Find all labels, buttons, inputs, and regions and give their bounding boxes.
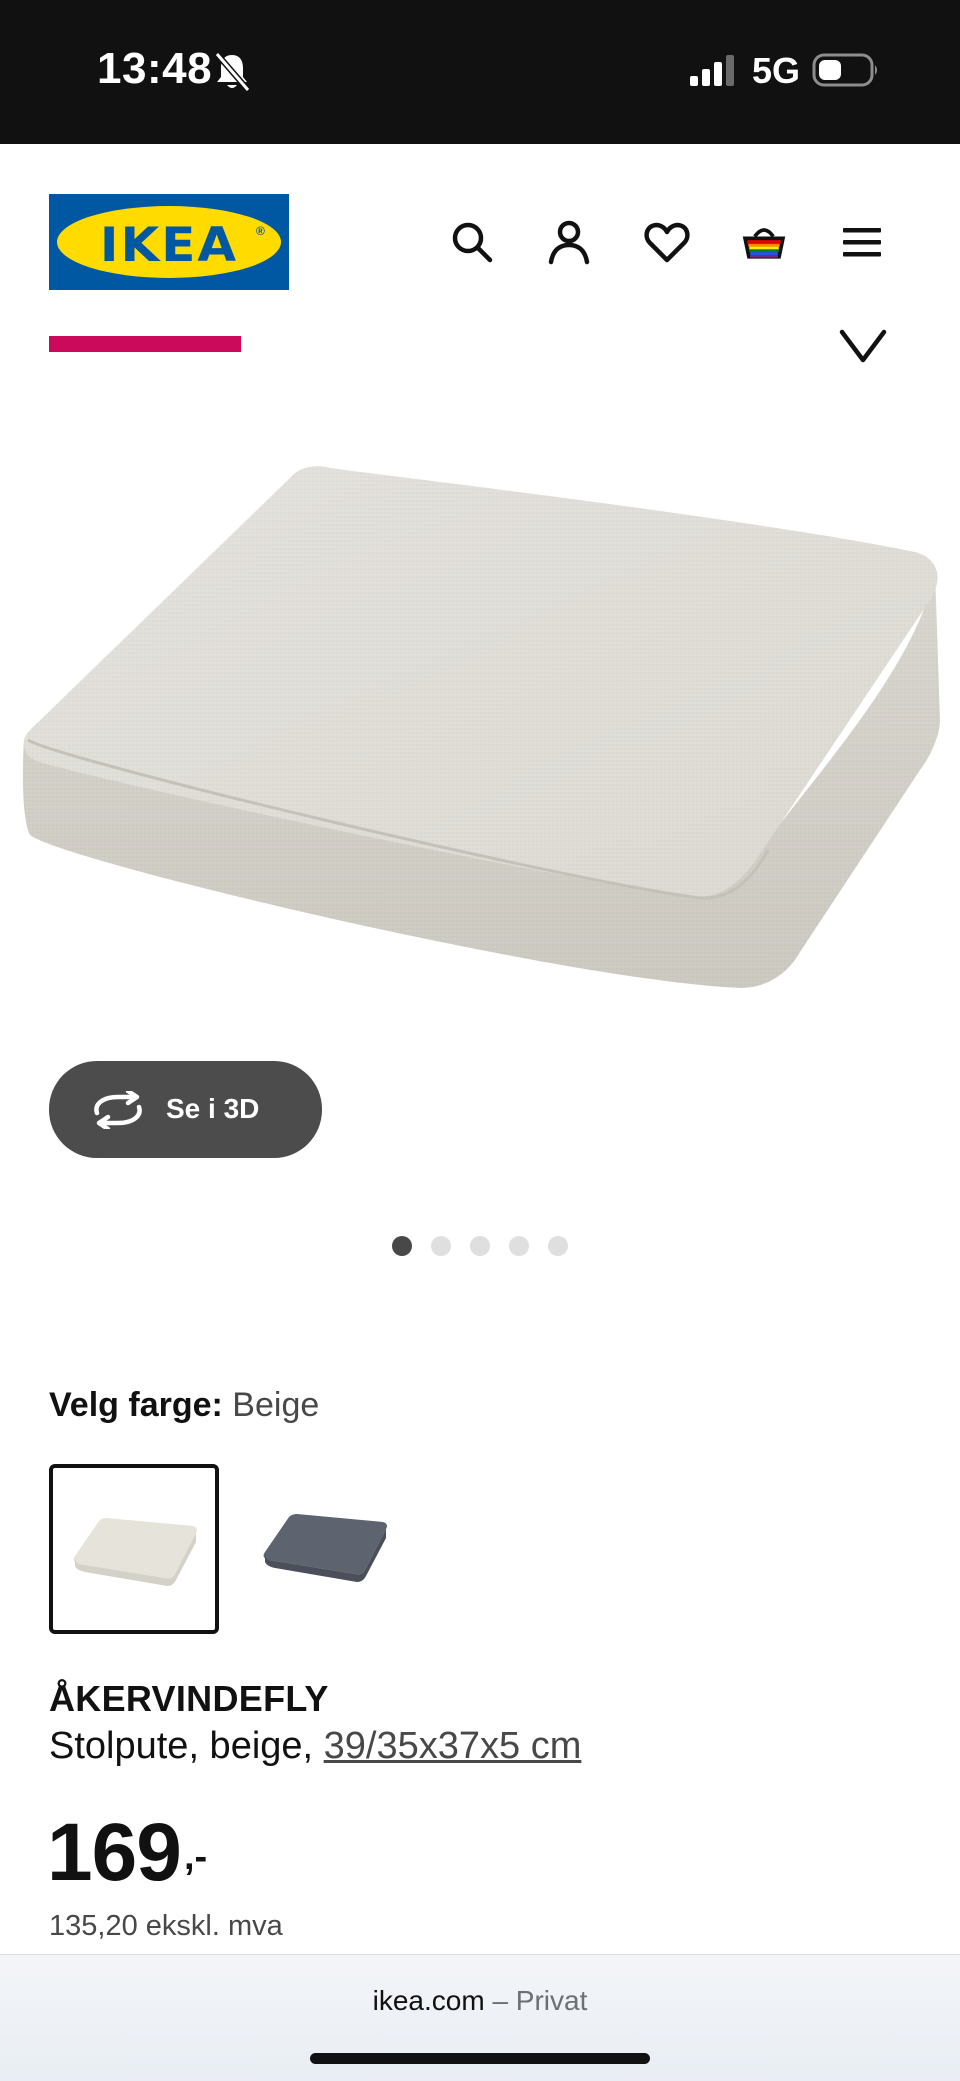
search-button[interactable] — [444, 214, 500, 270]
carousel-dot[interactable] — [470, 1236, 490, 1256]
carousel-dot[interactable] — [431, 1236, 451, 1256]
color-swatch-beige[interactable] — [49, 1464, 219, 1634]
logo-wordmark: IKEA — [99, 217, 239, 273]
product-size-link[interactable]: 39/35x37x5 cm — [324, 1725, 582, 1767]
browser-url[interactable]: ikea.com – Privat — [0, 1985, 960, 2017]
page-root: 13:48 5G IKEA ® Se i 3D Velg farge: Beig… — [0, 0, 960, 2081]
grey-cushion-thumbnail — [263, 1514, 387, 1582]
chevron-down-icon[interactable] — [838, 322, 888, 368]
beige-cushion-thumbnail — [73, 1518, 197, 1586]
home-indicator[interactable] — [310, 2053, 650, 2064]
menu-button[interactable] — [834, 214, 890, 270]
ikea-logo[interactable]: IKEA ® — [49, 194, 289, 290]
heart-icon — [644, 222, 690, 263]
signal-bars-icon — [690, 55, 734, 86]
view-3d-label: Se i 3D — [166, 1093, 260, 1124]
price-main: 169 — [47, 1807, 182, 1898]
network-label: 5G — [752, 50, 801, 91]
color-swatch-grey-blue[interactable] — [243, 1464, 413, 1634]
rotate-3d-icon — [94, 1091, 142, 1129]
user-icon — [548, 220, 590, 265]
menu-icon — [843, 228, 881, 257]
bell-slash-icon — [214, 52, 251, 92]
promo-tag — [49, 336, 241, 352]
account-button[interactable] — [541, 214, 597, 270]
price-suffix: ,- — [184, 1836, 208, 1878]
product-image[interactable] — [0, 440, 960, 1020]
status-bar: 13:48 5G — [0, 0, 960, 144]
carousel-dots — [392, 1236, 572, 1258]
browser-mode: Privat — [515, 1985, 588, 2016]
color-heading: Velg farge: Beige — [49, 1386, 319, 1425]
browser-separator: – — [492, 1985, 509, 2016]
color-value: Beige — [232, 1386, 320, 1424]
carousel-dot[interactable] — [509, 1236, 529, 1256]
product-name: ÅKERVINDEFLY — [49, 1678, 329, 1719]
battery-icon — [812, 53, 877, 87]
product-description: Stolpute, beige, 39/35x37x5 cm — [49, 1725, 581, 1768]
favourites-button[interactable] — [639, 214, 695, 270]
price-ex-vat: 135,20 ekskl. mva — [49, 1910, 283, 1942]
basket-icon — [742, 228, 786, 259]
browser-bar: ikea.com – Privat — [0, 1954, 960, 2081]
carousel-dot[interactable] — [392, 1236, 412, 1256]
color-label: Velg farge: — [49, 1386, 223, 1424]
browser-domain: ikea.com — [372, 1985, 485, 2016]
product-description-text: Stolpute, beige, — [49, 1725, 324, 1767]
registered-mark: ® — [256, 224, 265, 238]
status-time: 13:48 — [97, 44, 213, 93]
search-icon — [452, 222, 493, 263]
carousel-dot[interactable] — [548, 1236, 568, 1256]
view-3d-button[interactable]: Se i 3D — [49, 1061, 322, 1158]
basket-button[interactable] — [736, 214, 792, 270]
